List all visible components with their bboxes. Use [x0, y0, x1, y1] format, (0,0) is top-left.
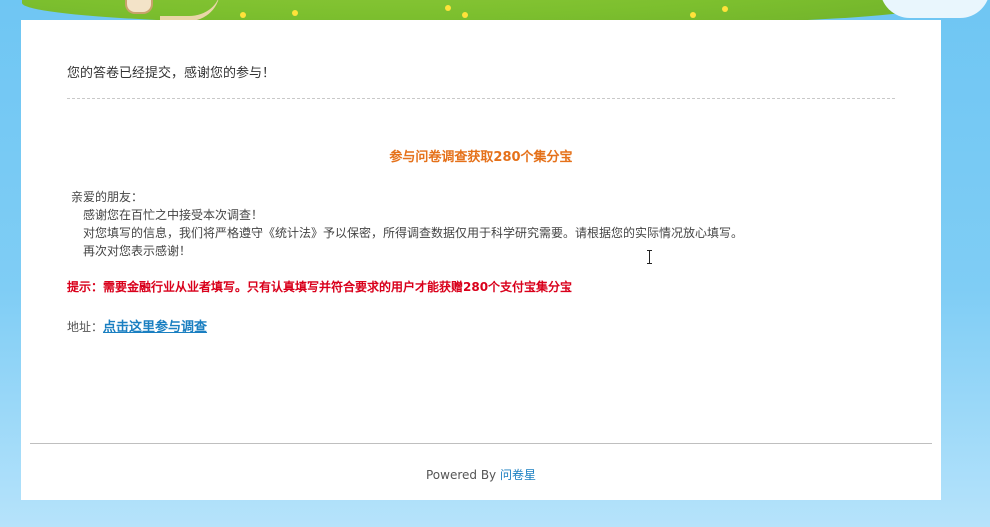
footer-divider [30, 443, 932, 444]
letter-greeting: 亲爱的朋友： [71, 190, 144, 204]
house-icon [125, 0, 153, 14]
flower-icon [445, 5, 451, 11]
footer: Powered By 问卷星 [21, 466, 941, 483]
flower-icon [690, 12, 696, 18]
flower-icon [462, 12, 468, 18]
background-banner [0, 0, 990, 20]
letter-line-2: 对您填写的信息，我们将严格遵守《统计法》予以保密，所得调查数据仅用于科学研究需要… [83, 226, 744, 240]
dashed-divider [67, 98, 895, 99]
flower-icon [722, 6, 728, 12]
submitted-message: 您的答卷已经提交，感谢您的参与！ [67, 66, 276, 81]
letter-line-1: 感谢您在百忙之中接受本次调查！ [83, 208, 264, 222]
address-row: 地址：点击这里参与调查 [67, 316, 207, 335]
flower-icon [292, 10, 298, 16]
content-card: 您的答卷已经提交，感谢您的参与！ 参与问卷调查获取280个集分宝 亲爱的朋友： … [21, 20, 941, 500]
letter-line-3: 再次对您表示感谢！ [83, 244, 192, 258]
notice-text: 提示：需要金融行业从业者填写。只有认真填写并符合要求的用户才能获赠280个支付宝… [67, 280, 573, 294]
survey-link[interactable]: 点击这里参与调查 [103, 320, 207, 335]
text-cursor-icon [647, 250, 652, 264]
flower-icon [240, 12, 246, 18]
survey-title: 参与问卷调查获取280个集分宝 [389, 150, 573, 165]
brand-link[interactable]: 问卷星 [500, 468, 536, 482]
powered-by-label: Powered By [425, 468, 497, 482]
letter-text: 亲爱的朋友： 感谢您在百忙之中接受本次调查！ 对您填写的信息，我们将严格遵守《统… [67, 188, 743, 260]
cloud-decoration [880, 0, 990, 18]
address-label: 地址： [67, 320, 104, 334]
